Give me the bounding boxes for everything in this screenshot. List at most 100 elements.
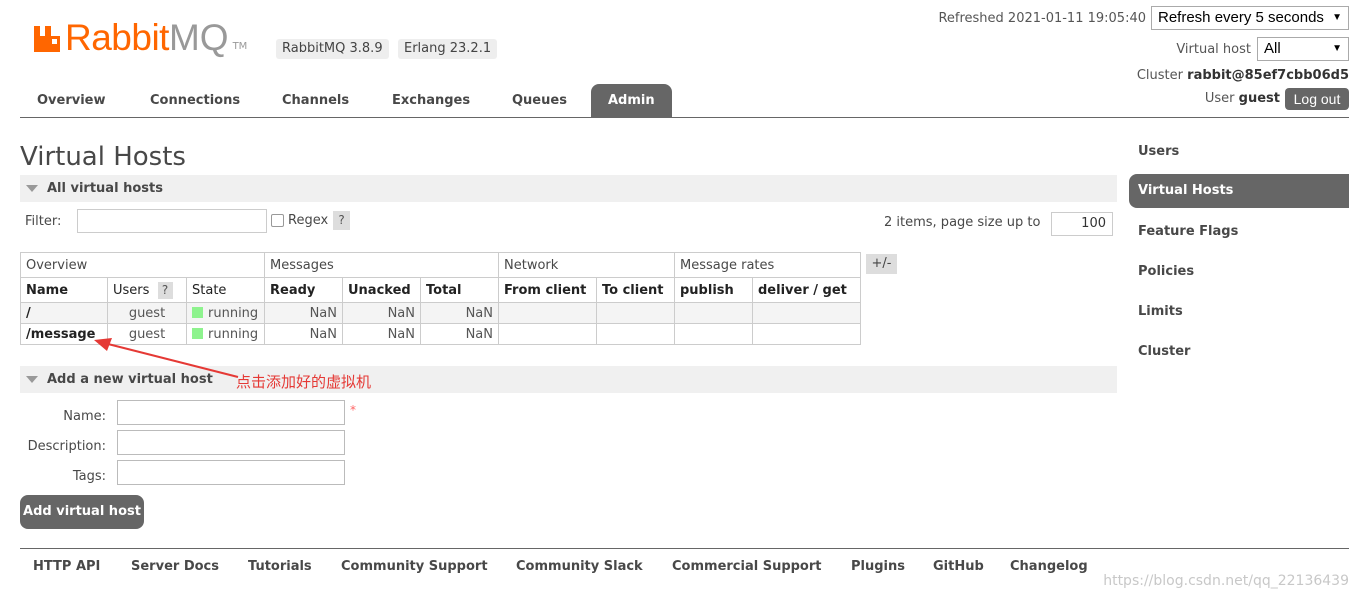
admin-nav-cluster[interactable]: Cluster xyxy=(1138,344,1190,359)
admin-nav-limits[interactable]: Limits xyxy=(1138,304,1183,319)
column-header-from-client: From client xyxy=(498,277,597,303)
table-group-header-row: Overview Messages Network Message rates xyxy=(20,252,861,278)
users-help-icon[interactable]: ? xyxy=(157,281,173,299)
regex-label: Regex xyxy=(288,213,329,228)
virtual-host-select[interactable]: All ▼ xyxy=(1257,37,1349,61)
annotation-text: 点击添加好的虚拟机 xyxy=(236,373,372,391)
group-header-network: Network xyxy=(498,252,675,278)
group-header-message-rates: Message rates xyxy=(674,252,861,278)
vhost-tags-input[interactable] xyxy=(117,460,345,485)
vhost-ready: NaN xyxy=(264,302,343,324)
footer-link-tutorials[interactable]: Tutorials xyxy=(248,559,312,574)
refresh-interval-select[interactable]: Refresh every 5 seconds ▼ xyxy=(1151,6,1349,30)
erlang-version-badge: Erlang 23.2.1 xyxy=(398,39,498,59)
column-header-users: Users ? xyxy=(107,277,187,303)
tab-channels[interactable]: Channels xyxy=(265,84,366,118)
description-label: Description: xyxy=(27,439,106,454)
pager-text: 2 items, page size up to xyxy=(884,215,1041,230)
vhost-deliver-get xyxy=(752,302,861,324)
tags-label: Tags: xyxy=(72,469,106,484)
vhost-description-input[interactable] xyxy=(117,430,345,455)
page-size-input[interactable]: 100 xyxy=(1051,212,1113,236)
tab-exchanges[interactable]: Exchanges xyxy=(375,84,487,118)
footer-link-changelog[interactable]: Changelog xyxy=(1010,559,1088,574)
refresh-select-value: Refresh every 5 seconds xyxy=(1158,9,1324,26)
vhost-select-value: All xyxy=(1264,40,1281,57)
footer-link-plugins[interactable]: Plugins xyxy=(851,559,905,574)
cluster-label: Cluster xyxy=(1136,68,1184,83)
annotation-arrow-icon xyxy=(94,338,239,378)
vhost-total: NaN xyxy=(420,302,499,324)
footer-link-github[interactable]: GitHub xyxy=(933,559,984,574)
all-vhosts-section-title: All virtual hosts xyxy=(47,181,163,196)
rabbitmq-version-badge: RabbitMQ 3.8.9 xyxy=(276,39,389,59)
regex-checkbox[interactable] xyxy=(271,214,284,227)
admin-nav-policies[interactable]: Policies xyxy=(1138,264,1194,279)
vhost-to-client xyxy=(596,323,675,345)
vhosts-table: Overview Messages Network Message rates … xyxy=(20,252,861,345)
rabbitmq-logo[interactable]: Rabbit MQ TM xyxy=(32,18,247,58)
column-header-to-client: To client xyxy=(596,277,675,303)
tab-admin[interactable]: Admin xyxy=(591,84,672,118)
regex-help-icon[interactable]: ? xyxy=(333,211,350,230)
rabbit-logo-icon xyxy=(34,26,60,52)
chevron-down-icon: ▼ xyxy=(1332,12,1342,23)
logo-rabbit-text: Rabbit xyxy=(65,17,169,58)
chevron-down-icon: ▼ xyxy=(1332,43,1342,54)
vhost-deliver-get xyxy=(752,323,861,345)
vhost-publish xyxy=(674,302,753,324)
logo-mq-text: MQ xyxy=(168,17,229,58)
vhost-name-link[interactable]: / xyxy=(20,302,108,324)
cluster-name: rabbit@85ef7cbb06d5 xyxy=(1187,68,1349,83)
columns-toggle-button[interactable]: +/- xyxy=(866,254,897,274)
virtual-host-label: Virtual host xyxy=(1176,42,1251,57)
tab-queues[interactable]: Queues xyxy=(495,84,584,118)
table-column-header-row: Name Users ? State Ready Unacked Total F… xyxy=(20,277,861,303)
column-header-total: Total xyxy=(420,277,499,303)
admin-nav-virtual-hosts[interactable]: Virtual Hosts xyxy=(1129,174,1349,208)
admin-nav-feature-flags[interactable]: Feature Flags xyxy=(1138,224,1238,239)
column-header-name[interactable]: Name xyxy=(20,277,108,303)
vhost-name-input[interactable] xyxy=(117,400,345,425)
collapse-triangle-icon xyxy=(26,376,38,383)
vhost-to-client xyxy=(596,302,675,324)
vhost-ready: NaN xyxy=(264,323,343,345)
table-row[interactable]: / guest running NaN NaN NaN xyxy=(20,302,861,324)
filter-label: Filter: xyxy=(25,214,62,229)
footer-link-community-slack[interactable]: Community Slack xyxy=(516,559,643,574)
watermark: https://blog.csdn.net/qq_22136439 xyxy=(1103,573,1349,589)
column-header-publish: publish xyxy=(674,277,753,303)
vhost-unacked: NaN xyxy=(342,323,421,345)
group-header-messages: Messages xyxy=(264,252,499,278)
tab-connections[interactable]: Connections xyxy=(133,84,257,118)
column-header-state: State xyxy=(186,277,265,303)
vhost-publish xyxy=(674,323,753,345)
cluster-info: Cluster rabbit@85ef7cbb06d5 xyxy=(1137,68,1349,83)
required-asterisk: * xyxy=(350,403,356,417)
column-header-unacked: Unacked xyxy=(342,277,421,303)
vhost-state: running xyxy=(186,302,265,324)
column-header-deliver-get: deliver / get xyxy=(752,277,861,303)
all-vhosts-section-toggle[interactable]: All virtual hosts xyxy=(20,175,1117,202)
footer-link-server-docs[interactable]: Server Docs xyxy=(131,559,219,574)
add-virtual-host-button[interactable]: Add virtual host xyxy=(20,495,144,529)
filter-input[interactable] xyxy=(77,209,267,233)
admin-nav-users[interactable]: Users xyxy=(1138,144,1179,159)
group-header-overview: Overview xyxy=(20,252,265,278)
vhost-users: guest xyxy=(107,302,187,324)
collapse-triangle-icon xyxy=(26,185,38,192)
users-header-label: Users xyxy=(113,282,150,298)
tab-overview[interactable]: Overview xyxy=(20,84,123,118)
vhost-from-client xyxy=(498,302,597,324)
footer-link-http-api[interactable]: HTTP API xyxy=(33,559,100,574)
logo-trademark: TM xyxy=(232,41,248,52)
running-status-icon xyxy=(192,306,203,318)
vhost-total: NaN xyxy=(420,323,499,345)
vhost-unacked: NaN xyxy=(342,302,421,324)
page-title: Virtual Hosts xyxy=(20,142,186,172)
name-label: Name: xyxy=(63,409,106,424)
refreshed-timestamp: Refreshed 2021-01-11 19:05:40 xyxy=(938,11,1146,26)
footer-link-community-support[interactable]: Community Support xyxy=(341,559,488,574)
footer-link-commercial-support[interactable]: Commercial Support xyxy=(672,559,822,574)
main-tabs: Overview Connections Channels Exchanges … xyxy=(20,84,1349,118)
